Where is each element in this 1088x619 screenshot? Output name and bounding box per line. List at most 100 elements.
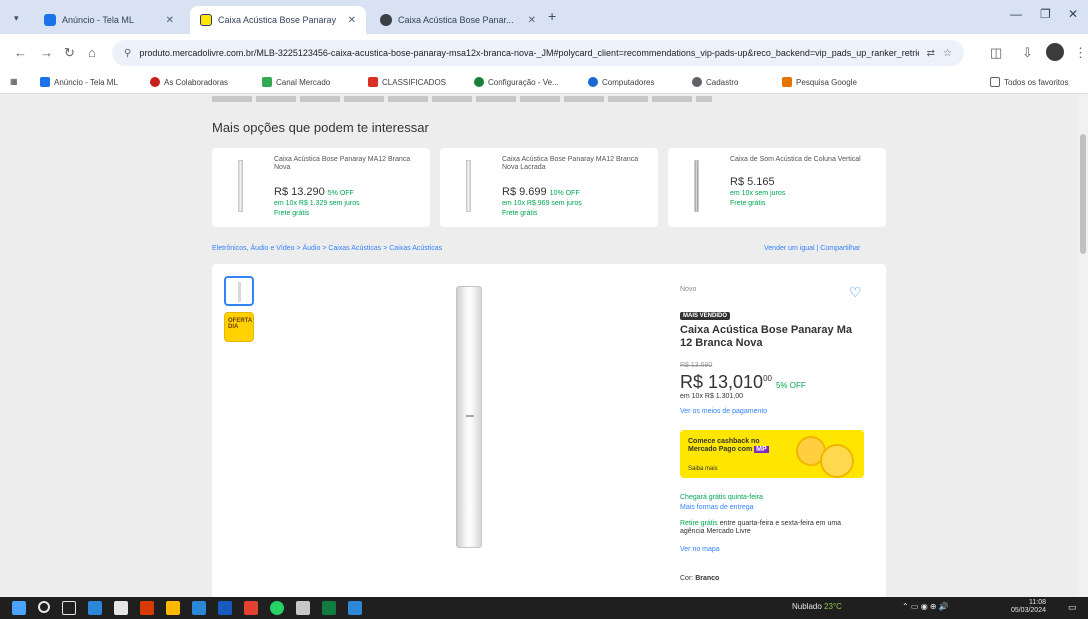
price-value: R$ 13,010 <box>680 372 764 392</box>
weather-text: Nublado <box>792 602 822 611</box>
product-thumbnail <box>466 160 471 212</box>
store-icon[interactable] <box>114 601 128 615</box>
recommendation-card[interactable]: Caixa Acústica Bose Panaray MA12 Branca … <box>212 148 430 227</box>
bookmark-item[interactable]: Computadores <box>588 77 654 87</box>
site-info-icon[interactable]: ⚲ <box>124 48 131 59</box>
tab-search-icon[interactable]: ▾ <box>14 13 19 24</box>
file-explorer-icon[interactable] <box>166 601 180 615</box>
card-installments: em 10x R$ 1.329 sem juros <box>274 200 360 207</box>
color-selector[interactable]: Cor: Branco <box>680 575 719 582</box>
payment-methods-link[interactable]: Ver os meios de pagamento <box>680 408 767 415</box>
gallery-thumbnail[interactable] <box>224 276 254 306</box>
close-window-button[interactable]: ✕ <box>1068 7 1078 21</box>
best-seller-badge: MAIS VENDIDO <box>680 312 731 320</box>
gallery-thumbnail-promo[interactable]: OFERTA DIA <box>224 312 254 342</box>
product-title: Caixa Acústica Bose Panaray Ma 12 Branca… <box>680 324 853 349</box>
color-label: Cor: <box>680 575 694 582</box>
card-title[interactable]: Caixa Acústica Bose Panaray MA12 Branca … <box>274 156 424 172</box>
browser-toolbar: ← → ↻ ⌂ ⚲ produto.mercadolivre.com.br/ML… <box>0 34 1088 72</box>
excel-icon[interactable] <box>322 601 336 615</box>
forward-icon[interactable]: → <box>40 45 53 60</box>
card-title[interactable]: Caixa Acústica Bose Panaray MA12 Branca … <box>502 156 652 172</box>
recommendation-card[interactable]: Caixa Acústica Bose Panaray MA12 Branca … <box>440 148 658 227</box>
card-shipping: Frete grátis <box>502 210 538 217</box>
bookmark-item[interactable]: CLASSIFICADOS <box>368 77 446 87</box>
edge-icon[interactable] <box>88 601 102 615</box>
close-icon[interactable]: ✕ <box>166 15 174 26</box>
bookmark-star-icon[interactable]: ☆ <box>943 48 952 59</box>
whatsapp-icon[interactable] <box>270 601 284 615</box>
bookmark-icon <box>474 77 484 87</box>
minimize-button[interactable]: — <box>1010 7 1022 21</box>
product-condition: Novo <box>680 286 697 293</box>
price-value: R$ 13.290 <box>274 186 325 198</box>
bookmark-item[interactable]: Cadastro <box>692 77 738 87</box>
profile-avatar[interactable] <box>1046 43 1064 61</box>
taskbar: Nublado 23°C ⌃ ▭ ◉ ⊕ 🔊 11:08 05/03/2024 ▭ <box>0 597 1088 619</box>
bookmark-item[interactable]: Anúncio - Tela ML <box>40 77 118 87</box>
weather-widget[interactable]: Nublado 23°C <box>792 602 842 611</box>
home-icon[interactable]: ⌂ <box>88 45 96 60</box>
shipping-info: Chegará grátis quinta-feira <box>680 494 763 501</box>
banner-link[interactable]: Saiba mais <box>688 466 718 472</box>
discount-badge: 10% OFF <box>549 190 580 197</box>
tab-strip: ▾ Anúncio - Tela ML ✕ Caixa Acústica Bos… <box>0 0 1088 34</box>
shipping-options-link[interactable]: Mais formas de entrega <box>680 504 754 511</box>
coin-icon <box>820 444 854 478</box>
search-icon[interactable] <box>38 601 50 613</box>
clock-time: 11:08 <box>1029 599 1046 606</box>
scrollbar-thumb[interactable] <box>1080 134 1086 254</box>
new-tab-button[interactable]: + <box>548 8 556 24</box>
url-text[interactable]: produto.mercadolivre.com.br/MLB-32251234… <box>139 48 918 58</box>
share-links[interactable]: Vender um igual | Compartilhar <box>764 245 860 252</box>
apps-icon[interactable]: ▦ <box>10 77 18 86</box>
favorite-heart-icon[interactable]: ♡ <box>849 284 862 301</box>
system-tray[interactable]: ⌃ ▭ ◉ ⊕ 🔊 <box>902 602 949 611</box>
breadcrumb[interactable]: Eletrônicos, Áudio e Vídeo > Áudio > Cai… <box>212 245 442 252</box>
tab-2[interactable]: Caixa Acústica Bose Panaray ✕ <box>190 6 366 34</box>
buy-box: Novo ♡ MAIS VENDIDO Caixa Acústica Bose … <box>668 272 876 597</box>
color-value: Branco <box>695 575 720 582</box>
extensions-icon[interactable]: ◫ <box>990 45 1002 61</box>
notepad-icon[interactable] <box>296 601 310 615</box>
bookmark-item[interactable]: Configuração - Ve... <box>474 77 559 87</box>
back-icon[interactable]: ← <box>14 45 27 60</box>
bookmark-item[interactable]: Canal Mercado <box>262 77 330 87</box>
clock[interactable]: 11:08 05/03/2024 <box>994 599 1046 615</box>
word-icon[interactable] <box>218 601 232 615</box>
address-bar[interactable]: ⚲ produto.mercadolivre.com.br/MLB-322512… <box>112 40 964 66</box>
maximize-button[interactable]: ❐ <box>1040 7 1051 21</box>
bookmark-label: Anúncio - Tela ML <box>54 77 118 87</box>
bookmark-item[interactable]: As Colaboradoras <box>150 77 228 87</box>
bookmark-item[interactable]: Pesquisa Google <box>782 77 857 87</box>
chrome-icon[interactable] <box>244 601 258 615</box>
banner-text: Comece cashback no Mercado Pago com MP <box>688 438 788 454</box>
office-icon[interactable] <box>140 601 154 615</box>
current-price: R$ 13,010005% OFF <box>680 372 806 393</box>
bookmark-label: Configuração - Ve... <box>488 77 559 87</box>
product-thumbnail <box>694 160 699 212</box>
notifications-icon[interactable]: ▭ <box>1068 602 1077 613</box>
tab-3[interactable]: Caixa Acústica Bose Panar... ✕ <box>370 6 546 34</box>
recommendation-card[interactable]: Caixa de Som Acústica de Coluna Vertical… <box>668 148 886 227</box>
pickup-map-link[interactable]: Ver no mapa <box>680 546 720 553</box>
product-main-image[interactable] <box>456 286 482 548</box>
cashback-banner[interactable]: Comece cashback no Mercado Pago com MP S… <box>680 430 864 478</box>
translate-icon[interactable]: ⇄ <box>927 48 935 59</box>
reload-icon[interactable]: ↻ <box>64 45 75 61</box>
teams-icon[interactable] <box>348 601 362 615</box>
page-scrollbar[interactable] <box>1078 94 1088 597</box>
close-icon[interactable]: ✕ <box>348 15 356 26</box>
mail-icon[interactable] <box>192 601 206 615</box>
menu-icon[interactable]: ⋮ <box>1074 45 1087 61</box>
installments: em 10x R$ 1.301,00 <box>680 393 744 400</box>
all-bookmarks[interactable]: Todos os favoritos <box>990 77 1068 87</box>
section-title: Mais opções que podem te interessar <box>212 120 429 135</box>
price-cents: 00 <box>763 374 772 383</box>
card-title[interactable]: Caixa de Som Acústica de Coluna Vertical <box>730 156 880 164</box>
windows-start-icon[interactable] <box>12 601 26 615</box>
downloads-icon[interactable]: ⇩ <box>1022 45 1033 61</box>
close-icon[interactable]: ✕ <box>528 15 536 26</box>
tab-1[interactable]: Anúncio - Tela ML ✕ <box>34 6 184 34</box>
task-view-icon[interactable] <box>62 601 76 615</box>
